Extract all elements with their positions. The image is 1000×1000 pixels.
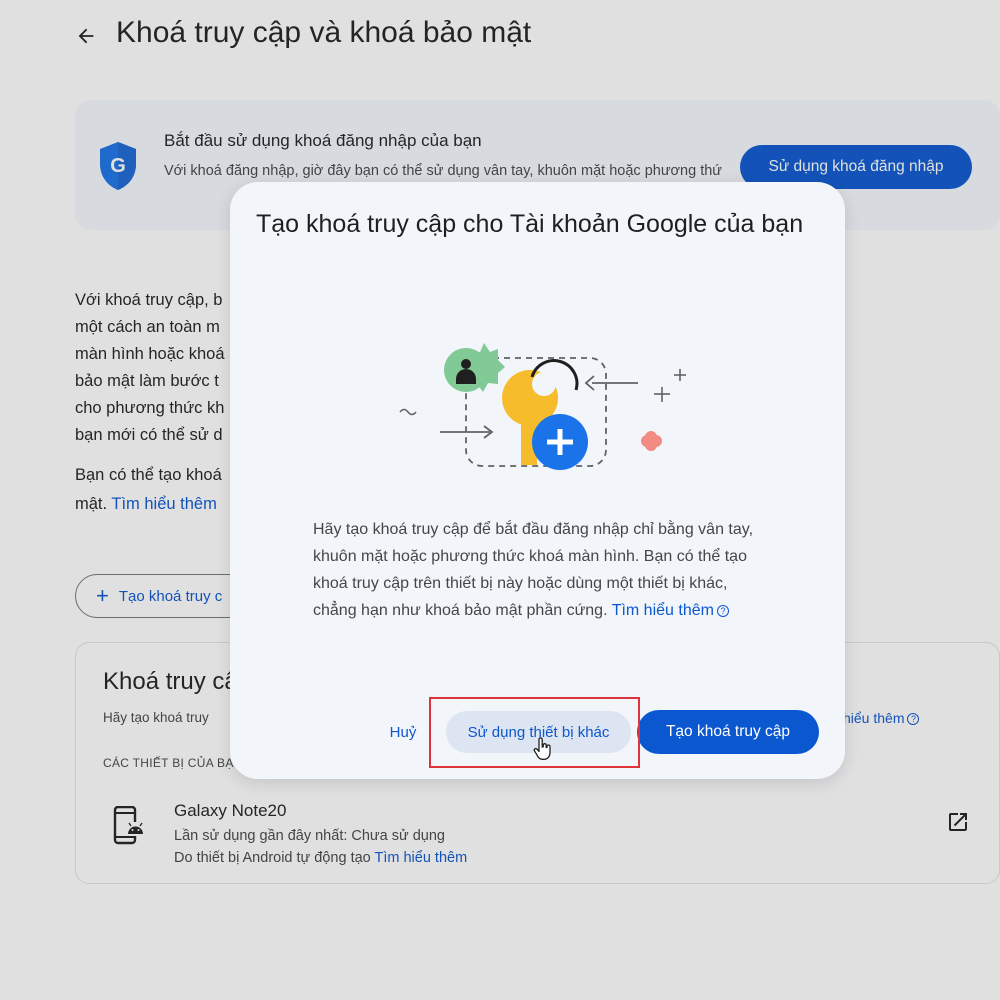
dialog-learn-more-link[interactable]: Tìm hiểu thêm? [612, 602, 729, 619]
dialog-title: Tạo khoá truy cập cho Tài khoản Google c… [256, 210, 804, 238]
cursor-hand-icon [533, 737, 551, 760]
cancel-button[interactable]: Huỷ [378, 714, 428, 750]
passkey-illustration [399, 343, 686, 470]
create-passkey-button[interactable]: Tạo khoá truy cập [637, 710, 819, 754]
help-icon: ? [716, 605, 729, 617]
dialog-learn-more-label: Tìm hiểu thêm [611, 602, 714, 619]
dialog-body: Hãy tạo khoá truy cập để bắt đầu đăng nh… [313, 516, 773, 624]
